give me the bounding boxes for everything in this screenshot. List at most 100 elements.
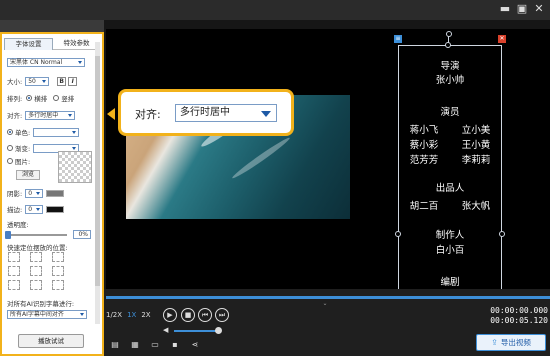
color-select[interactable] [33, 127, 80, 137]
seek-bar[interactable] [106, 296, 550, 299]
size-select[interactable]: 50 [25, 76, 50, 86]
chevron-down-icon [80, 313, 84, 316]
font-select-value: 宋黑体 CN Normal [10, 59, 63, 66]
close-icon[interactable]: ✕ [532, 2, 546, 16]
position-cell[interactable] [8, 252, 20, 262]
export-video-button[interactable]: ⇪ 导出视频 [476, 334, 546, 351]
layer-icon[interactable]: ≡ [394, 35, 402, 43]
volume-slider[interactable] [174, 330, 218, 332]
opacity-slider[interactable] [5, 230, 67, 239]
play-icon[interactable]: ▶ [163, 308, 177, 322]
chevron-down-icon [78, 61, 82, 64]
texture-preview[interactable] [58, 151, 92, 183]
position-cell[interactable] [52, 252, 64, 262]
stroke-label: 描边: [7, 206, 23, 214]
shadow-select[interactable]: 0 [25, 188, 44, 198]
credit-name: 蒋小飞 [409, 125, 439, 136]
opacity-label: 透明度: [7, 221, 29, 229]
quickpos-row: 快速定位摆放的位置: [7, 242, 68, 252]
credit-name: 蔡小彩 [409, 140, 439, 151]
stroke-color-swatch[interactable] [46, 205, 65, 213]
ai-label-row: 对所有AI识别字幕进行: [7, 298, 74, 308]
credit-name: 立小美 [461, 125, 491, 136]
volume-icon[interactable]: ◀ [163, 326, 173, 334]
single-color-radio[interactable] [7, 129, 13, 135]
horizontal-radio[interactable] [26, 95, 33, 101]
panel-header [0, 20, 104, 32]
speed-normal[interactable]: 1X [127, 311, 136, 319]
single-color-label: 单色: [15, 129, 31, 137]
font-select[interactable]: 宋黑体 CN Normal [7, 58, 85, 67]
vertical-radio[interactable] [53, 95, 60, 101]
resize-handle-top[interactable] [445, 42, 451, 48]
gradient-radio[interactable] [7, 145, 13, 151]
tab-effect-params[interactable]: 特效参数 [53, 38, 100, 50]
folder-icon[interactable]: ▭ [150, 340, 160, 350]
panel-scrollbar[interactable] [95, 42, 100, 324]
speed-half[interactable]: 1/2X [106, 311, 122, 319]
position-cell[interactable] [30, 280, 42, 290]
opacity-row: 0% [5, 230, 91, 239]
tab-font-settings[interactable]: 字体设置 [4, 38, 53, 50]
next-icon[interactable]: ⏭ [215, 308, 229, 322]
ai-select[interactable]: 所有AI字幕中间对齐 [7, 310, 87, 319]
scrollbar-thumb[interactable] [95, 56, 100, 286]
texture-radio[interactable] [7, 158, 13, 164]
position-cell[interactable] [52, 280, 64, 290]
speed-selector: 1/2X 1X 2X [106, 309, 158, 321]
credit-cast-pair: 蒋小飞 立小美 [398, 122, 502, 136]
speed-double[interactable]: 2X [141, 311, 150, 319]
opacity-slider-handle[interactable] [5, 230, 11, 239]
position-cell[interactable] [30, 266, 42, 276]
chevron-down-icon [72, 146, 77, 150]
delete-icon[interactable]: ✕ [498, 35, 506, 43]
time-total: 00:00:05.120 [490, 316, 548, 325]
position-cell[interactable] [8, 280, 20, 290]
time-readout: 00:00:00.000 00:00:05.120 [474, 306, 550, 330]
gradient-label: 渐变: [15, 145, 31, 153]
export-label: 导出视频 [500, 338, 531, 347]
callout-align-value: 多行时居中 [180, 107, 230, 118]
callout-pointer [107, 108, 115, 120]
browse-button[interactable]: 浏览 [16, 170, 40, 180]
position-cell[interactable] [52, 266, 64, 276]
italic-button[interactable]: I [68, 76, 78, 86]
disk-icon[interactable]: ▪ [170, 340, 180, 350]
size-row: 大小: 50 B I [7, 76, 78, 86]
credit-cast-pair: 范芳芳 李莉莉 [398, 152, 502, 166]
minimize-icon[interactable]: ▬ [498, 2, 512, 16]
collapse-icon[interactable]: ⌄ [320, 300, 330, 307]
callout-align-select[interactable]: 多行时居中 [175, 104, 277, 122]
settings-tabs: 字体设置 特效参数 [4, 38, 100, 50]
quickpos-label: 快速定位摆放的位置: [7, 244, 68, 252]
credit-name: 张大帆 [461, 201, 491, 212]
play-test-button[interactable]: 播放试试 [18, 334, 84, 348]
rotate-handle[interactable] [446, 31, 452, 37]
restore-icon[interactable]: ▣ [515, 2, 529, 16]
texture-row: 图片: [7, 156, 30, 166]
ai-label: 对所有AI识别字幕进行: [7, 300, 75, 308]
align-label: 对齐: [7, 112, 23, 120]
font-row: 宋黑体 CN Normal [7, 58, 85, 67]
volume-handle[interactable] [215, 327, 222, 334]
position-cell[interactable] [30, 252, 42, 262]
ai-row: 所有AI字幕中间对齐 [7, 310, 87, 319]
share-icon[interactable]: ⋖ [190, 340, 200, 350]
opacity-input[interactable]: 0% [73, 230, 91, 239]
credit-maker-title: 制作人 [435, 230, 465, 241]
save-icon[interactable]: ▦ [130, 340, 140, 350]
prev-icon[interactable]: ⏮ [198, 308, 212, 322]
credits-content: 导演 张小帅 演员 蒋小飞 立小美 蔡小彩 王小黄 范芳芳 李莉莉 出品人 胡二百 张大… [398, 58, 502, 290]
chevron-down-icon [36, 207, 41, 211]
title-bar: ▬ ▣ ✕ [0, 0, 550, 20]
layout-label: 排列: [7, 95, 23, 103]
position-cell[interactable] [8, 266, 20, 276]
align-select[interactable]: 多行时居中 [25, 110, 76, 120]
shadow-color-swatch[interactable] [46, 189, 65, 197]
film-icon[interactable]: ▤ [110, 340, 120, 350]
credit-director-name: 张小帅 [435, 75, 465, 86]
chevron-down-icon [261, 111, 271, 117]
bold-button[interactable]: B [57, 76, 67, 86]
stop-icon[interactable]: ■ [181, 308, 195, 322]
stroke-select[interactable]: 0 [25, 204, 44, 214]
